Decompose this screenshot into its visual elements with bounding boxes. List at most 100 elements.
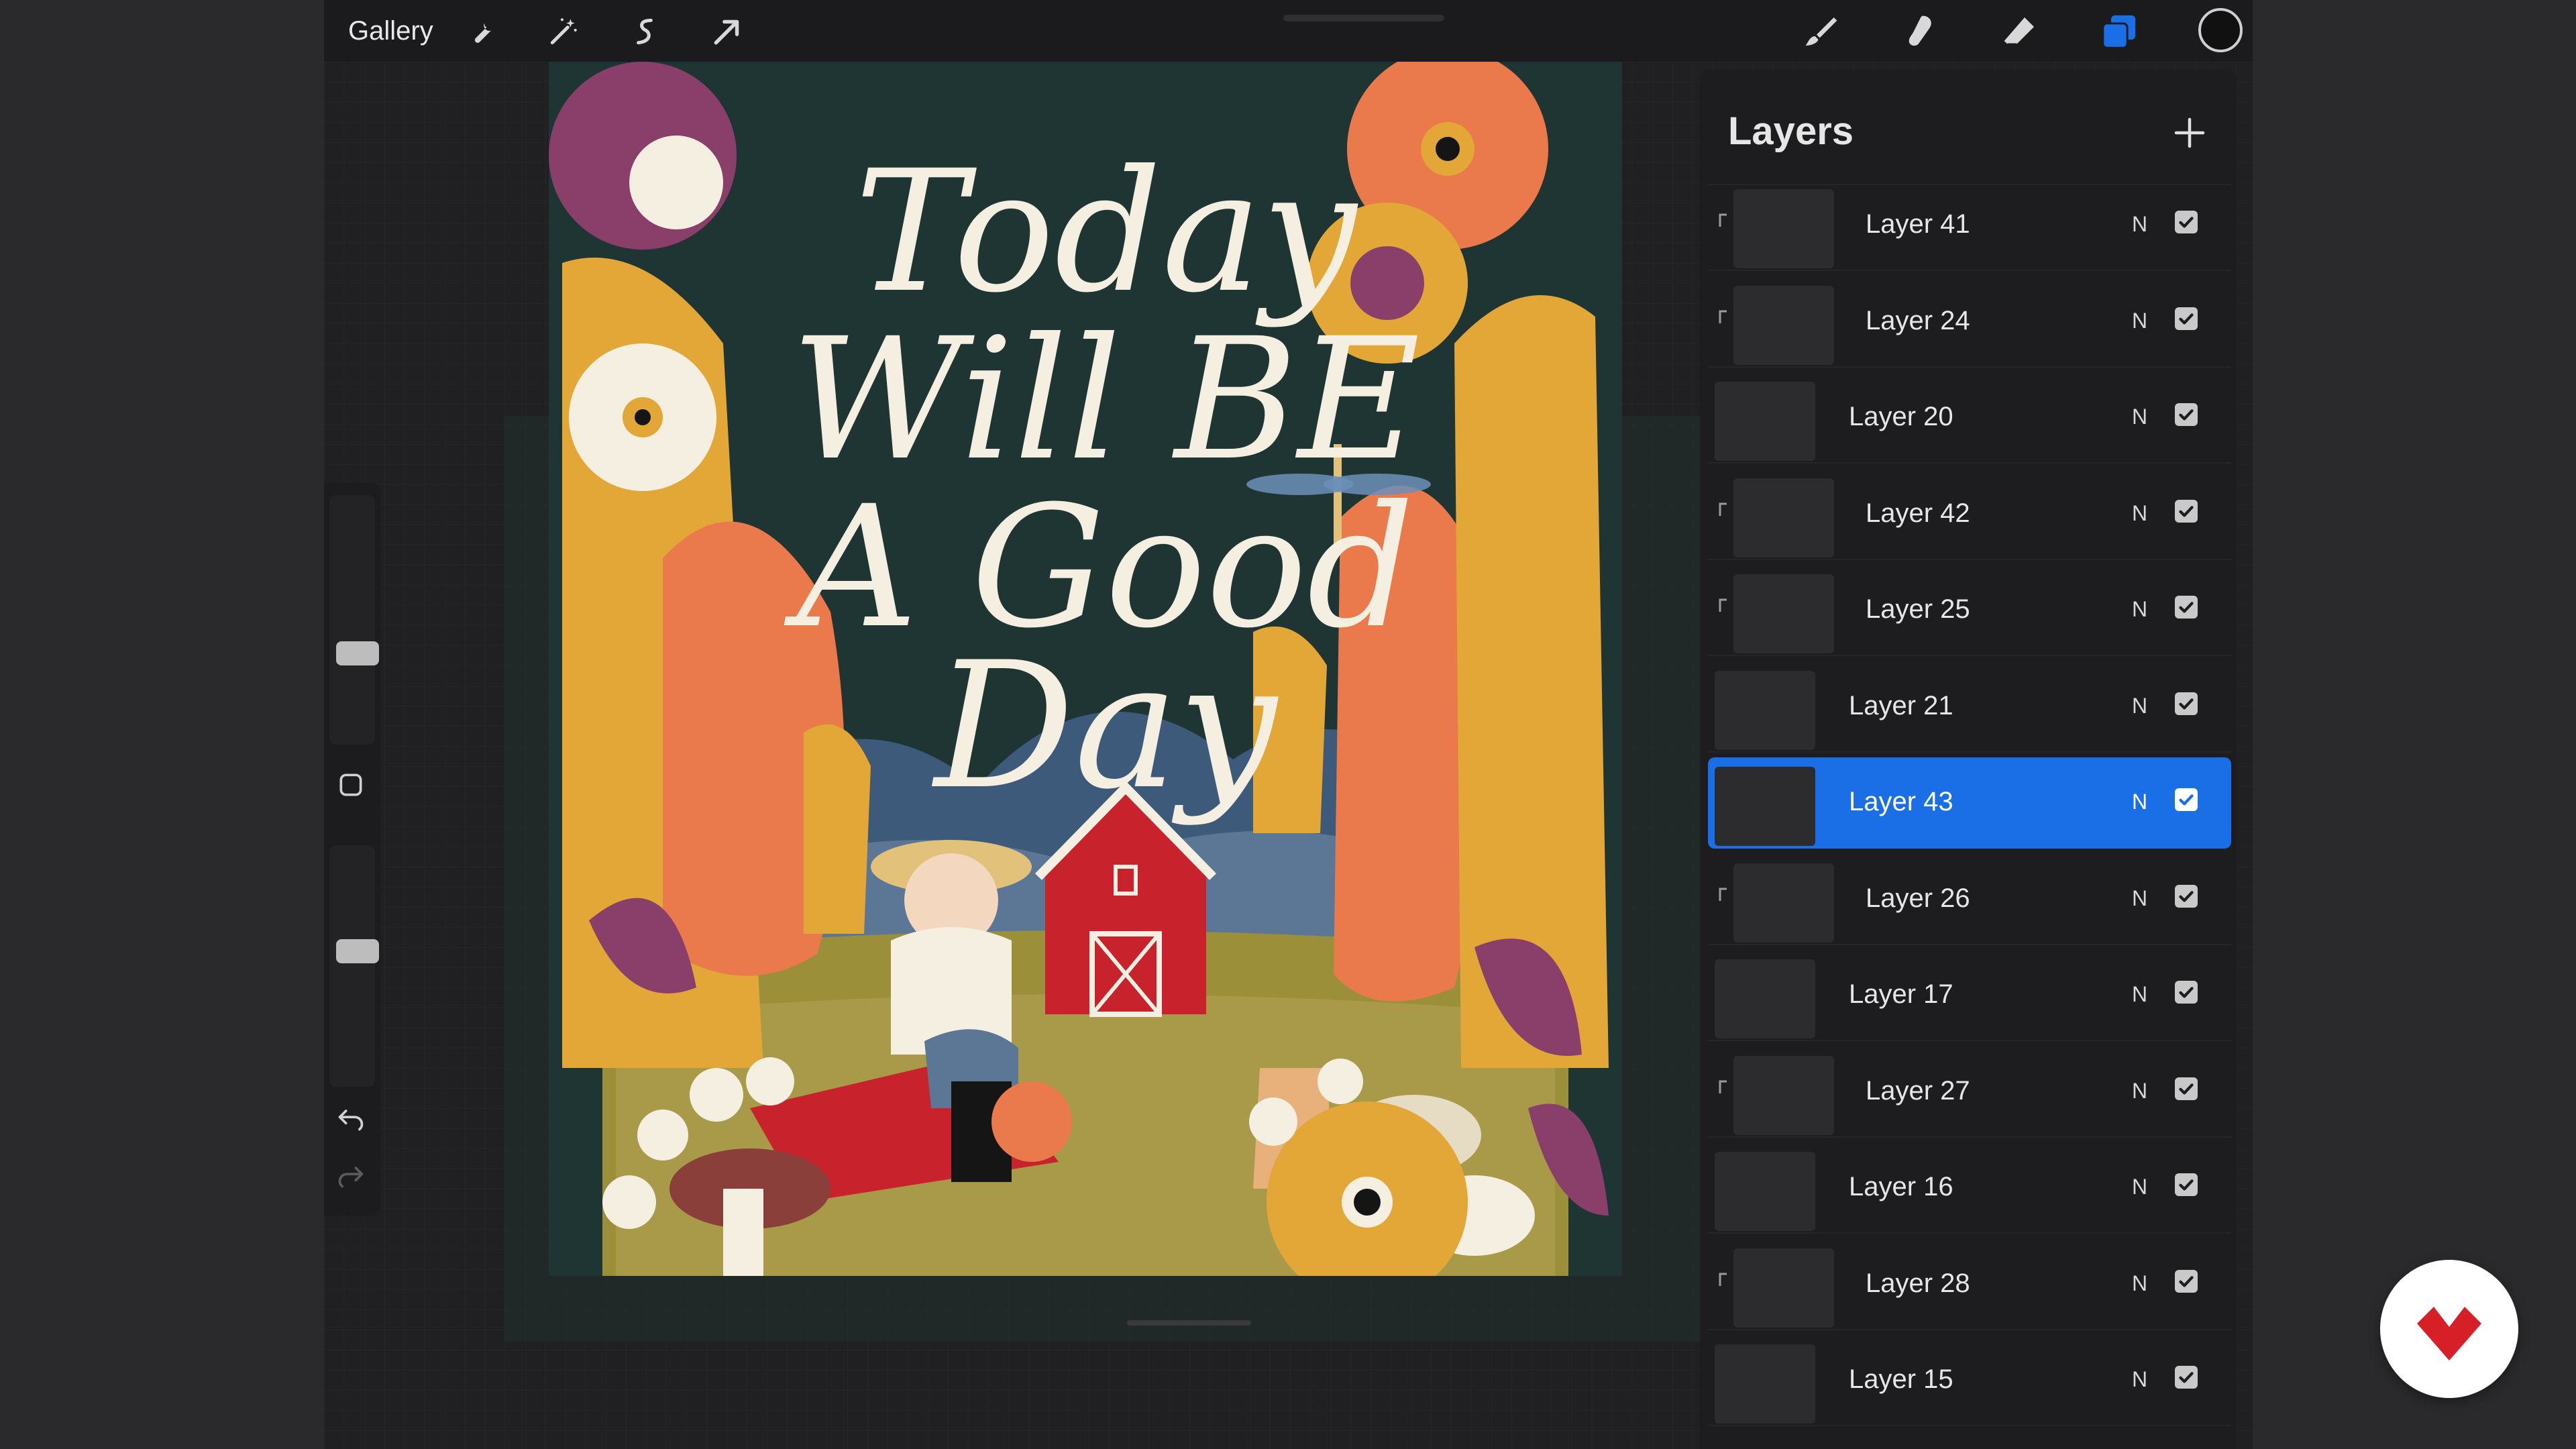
lettering-line-1: Today xyxy=(855,134,1358,329)
layer-row[interactable]: Layer 20 N xyxy=(1708,372,2231,464)
layers-icon[interactable] xyxy=(2100,12,2139,51)
brush-size-slider[interactable] xyxy=(329,495,379,745)
visibility-checkbox[interactable] xyxy=(2175,692,2198,715)
wrench-icon[interactable] xyxy=(461,12,500,51)
visibility-checkbox[interactable] xyxy=(2175,884,2198,908)
visibility-checkbox[interactable] xyxy=(2175,1366,2198,1389)
blend-mode-button[interactable]: N xyxy=(2132,694,2147,718)
clipping-mask-icon xyxy=(1716,597,1729,614)
layer-row[interactable]: Layer 42 N xyxy=(1708,469,2231,560)
brush-icon[interactable] xyxy=(1802,12,1841,51)
left-sidebar xyxy=(324,483,380,1216)
blend-mode-button[interactable]: N xyxy=(2132,886,2147,911)
blend-mode-button[interactable]: N xyxy=(2132,501,2147,526)
layer-name: Layer 15 xyxy=(1849,1364,1953,1394)
right-letterbox xyxy=(2253,0,2576,1449)
blend-mode-button[interactable]: N xyxy=(2132,1271,2147,1296)
visibility-checkbox[interactable] xyxy=(2175,211,2198,233)
layer-thumbnail[interactable] xyxy=(1715,1344,1815,1424)
layer-row[interactable]: Layer 21 N xyxy=(1708,661,2231,753)
smudge-icon[interactable] xyxy=(1900,12,1939,51)
brush-size-knob[interactable] xyxy=(336,641,379,665)
modify-button-icon[interactable] xyxy=(336,770,366,800)
blend-mode-button[interactable]: N xyxy=(2132,1367,2147,1392)
visibility-checkbox[interactable] xyxy=(2175,499,2198,523)
clipping-mask-icon xyxy=(1716,501,1729,519)
small-yellow-tree xyxy=(804,724,871,934)
layer-thumbnail[interactable] xyxy=(1715,1152,1815,1231)
layer-name: Layer 28 xyxy=(1866,1268,1970,1298)
artwork-canvas[interactable]: Today Will BE A Good Day xyxy=(549,48,1622,1303)
visibility-checkbox[interactable] xyxy=(2175,403,2198,426)
layer-thumbnail[interactable] xyxy=(1733,863,1834,943)
layers-panel-title: Layers xyxy=(1728,109,1854,153)
visibility-checkbox[interactable] xyxy=(2175,307,2198,330)
visibility-checkbox[interactable] xyxy=(2175,981,2198,1004)
layer-thumbnail[interactable] xyxy=(1733,1055,1834,1135)
visibility-checkbox[interactable] xyxy=(2175,1269,2198,1293)
visibility-checkbox[interactable] xyxy=(2175,1077,2198,1100)
pumpkin xyxy=(991,1081,1072,1162)
blend-mode-button[interactable]: N xyxy=(2132,597,2147,622)
blend-mode-button[interactable]: N xyxy=(2132,982,2147,1007)
layer-name: Layer 43 xyxy=(1849,787,1953,816)
undo-icon[interactable] xyxy=(336,1104,366,1133)
clipping-mask-icon xyxy=(1716,1271,1729,1289)
layer-thumbnail[interactable] xyxy=(1715,382,1815,461)
layer-thumbnail[interactable] xyxy=(1715,767,1815,846)
layer-row[interactable]: Layer 43 N xyxy=(1708,757,2231,849)
layer-thumbnail[interactable] xyxy=(1733,478,1834,557)
layer-row[interactable]: Layer 17 N xyxy=(1708,950,2231,1041)
drag-handle xyxy=(1283,15,1444,21)
magic-wand-icon[interactable] xyxy=(544,12,583,51)
home-indicator xyxy=(1127,1320,1251,1326)
left-letterbox xyxy=(0,0,324,1449)
clipping-mask-icon xyxy=(1716,309,1729,326)
visibility-checkbox[interactable] xyxy=(2175,596,2198,619)
blend-mode-button[interactable]: N xyxy=(2132,212,2147,237)
layer-row[interactable]: Layer 25 N xyxy=(1708,565,2231,656)
layer-row[interactable]: Layer 41 N xyxy=(1708,180,2231,271)
layer-thumbnail[interactable] xyxy=(1715,959,1815,1038)
visibility-checkbox[interactable] xyxy=(2175,1173,2198,1196)
blend-mode-button[interactable]: N xyxy=(2132,790,2147,814)
layer-name: Layer 41 xyxy=(1866,209,1970,239)
layer-row[interactable]: Layer 15 N xyxy=(1708,1335,2231,1426)
layer-thumbnail[interactable] xyxy=(1733,189,1834,268)
color-picker-button[interactable] xyxy=(2198,8,2243,52)
layer-row[interactable]: Layer 16 N xyxy=(1708,1142,2231,1234)
layer-name: Layer 24 xyxy=(1866,305,1970,335)
layer-name: Layer 25 xyxy=(1866,594,1970,624)
layer-row[interactable]: Layer 28 N xyxy=(1708,1239,2231,1330)
layer-row[interactable]: Layer 24 N xyxy=(1708,276,2231,368)
opacity-slider[interactable] xyxy=(329,845,379,1087)
blend-mode-button[interactable]: N xyxy=(2132,405,2147,429)
blend-mode-button[interactable]: N xyxy=(2132,309,2147,333)
layer-thumbnail[interactable] xyxy=(1733,1248,1834,1328)
layer-name: Layer 20 xyxy=(1849,402,1953,431)
layer-thumbnail[interactable] xyxy=(1715,670,1815,750)
daisy-left xyxy=(569,343,716,491)
blend-mode-button[interactable]: N xyxy=(2132,1175,2147,1199)
layer-thumbnail[interactable] xyxy=(1733,574,1834,653)
layer-name: Layer 21 xyxy=(1849,690,1953,720)
transform-arrow-icon[interactable] xyxy=(708,12,747,51)
eraser-icon[interactable] xyxy=(2000,12,2039,51)
plus-icon[interactable] xyxy=(2169,113,2210,153)
visibility-checkbox[interactable] xyxy=(2175,788,2198,811)
blend-mode-button[interactable]: N xyxy=(2132,1079,2147,1104)
clipping-mask-icon xyxy=(1716,1079,1729,1096)
selection-icon[interactable] xyxy=(626,12,665,51)
layers-panel: Layers Layer 41 N Layer 24 N Layer 20 N Layer … xyxy=(1700,70,2237,1449)
layer-thumbnail[interactable] xyxy=(1733,285,1834,365)
layer-row[interactable]: Layer 27 N xyxy=(1708,1046,2231,1138)
layer-row[interactable]: Layer 26 N xyxy=(1708,854,2231,945)
layer-name: Layer 17 xyxy=(1849,979,1953,1009)
layer-name: Layer 42 xyxy=(1866,498,1970,528)
layer-name: Layer 27 xyxy=(1866,1075,1970,1106)
procreate-app: Gallery Today Will BE A Good Day Layers … xyxy=(324,0,2253,1449)
gallery-button[interactable]: Gallery xyxy=(348,16,433,46)
lettering-line-4: Day xyxy=(932,625,1279,828)
opacity-knob[interactable] xyxy=(336,939,379,963)
redo-icon[interactable] xyxy=(336,1161,366,1190)
